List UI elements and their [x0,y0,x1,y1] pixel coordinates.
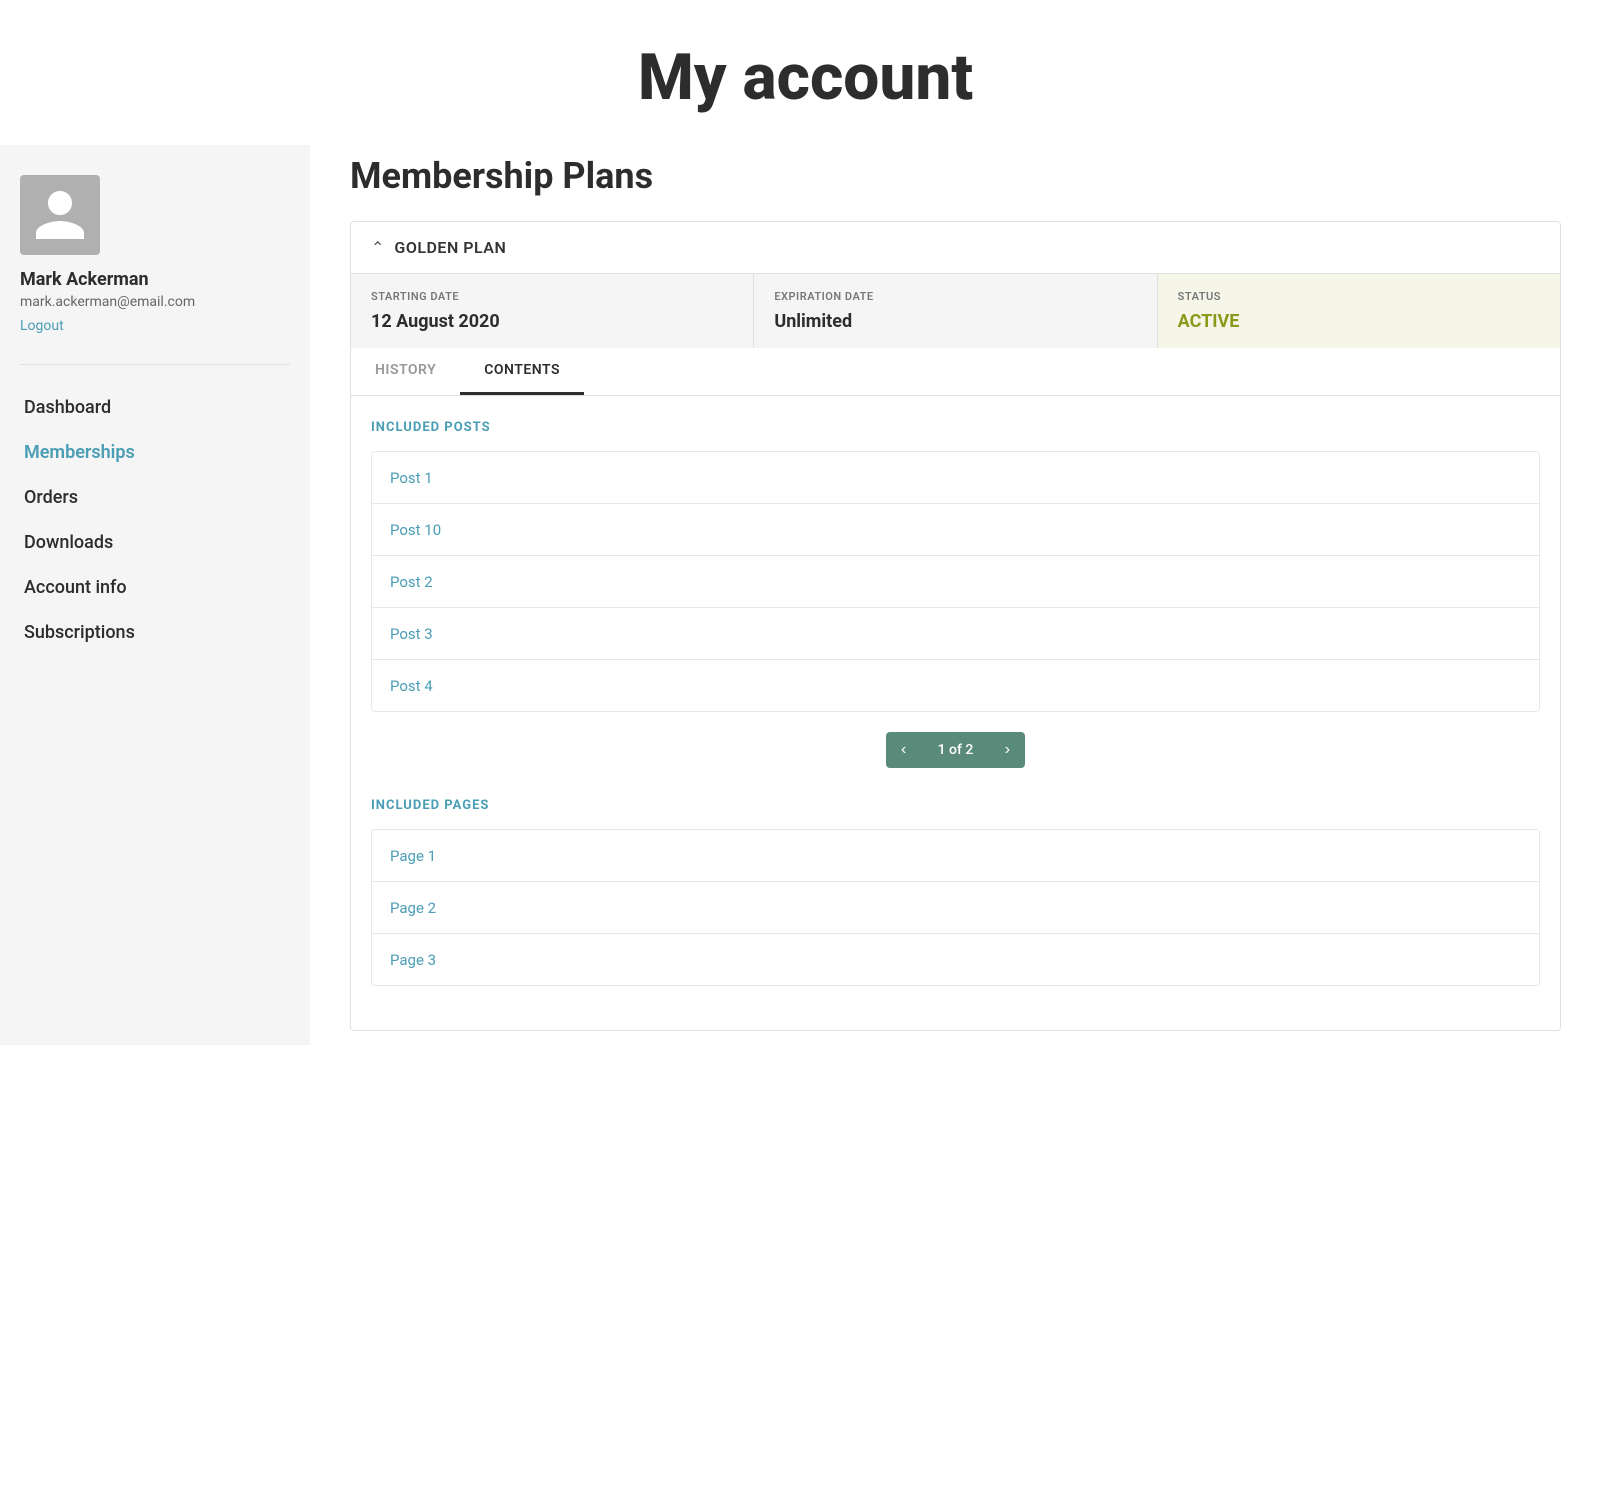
pagination-next-button[interactable]: › [989,732,1025,768]
plan-header: ⌃ GOLDEN PLAN [351,222,1560,274]
list-item: Post 2 [372,556,1539,608]
main-content: Membership Plans ⌃ GOLDEN PLAN STARTING … [310,145,1611,1071]
logout-link[interactable]: Logout [20,318,64,334]
list-item: Post 3 [372,608,1539,660]
status-value: ACTIVE [1178,311,1540,332]
expiration-date-value: Unlimited [774,311,1136,332]
plan-details: STARTING DATE 12 August 2020 EXPIRATION … [351,274,1560,348]
expiration-date-box: EXPIRATION DATE Unlimited [754,274,1157,348]
page-link-2[interactable]: Page 2 [390,899,436,917]
page-link-3[interactable]: Page 3 [390,951,436,969]
nav-menu: Dashboard Memberships Orders Downloads A… [20,385,290,655]
page-title: My account [20,40,1591,115]
sidebar-item-downloads[interactable]: Downloads [20,520,290,565]
pagination: ‹ 1 of 2 › [371,732,1540,768]
page-title-area: My account [0,0,1611,145]
included-pages-label: INCLUDED PAGES [371,798,1540,813]
list-item: Post 10 [372,504,1539,556]
expiration-date-label: EXPIRATION DATE [774,290,1136,303]
list-item: Page 2 [372,882,1539,934]
post-link-1[interactable]: Post 1 [390,469,433,487]
post-link-2[interactable]: Post 2 [390,573,433,591]
sidebar-item-subscriptions[interactable]: Subscriptions [20,610,290,655]
starting-date-value: 12 August 2020 [371,311,733,332]
list-item: Post 1 [372,452,1539,504]
sidebar-item-memberships[interactable]: Memberships [20,430,290,475]
section-title: Membership Plans [350,155,1561,197]
list-item: Page 1 [372,830,1539,882]
post-link-4[interactable]: Post 4 [390,677,433,695]
user-email: mark.ackerman@email.com [20,294,195,310]
starting-date-box: STARTING DATE 12 August 2020 [351,274,754,348]
starting-date-label: STARTING DATE [371,290,733,303]
sidebar-item-dashboard[interactable]: Dashboard [20,385,290,430]
avatar [20,175,100,255]
membership-card: ⌃ GOLDEN PLAN STARTING DATE 12 August 20… [350,221,1561,1031]
sidebar-item-account-info[interactable]: Account info [20,565,290,610]
tab-contents[interactable]: CONTENTS [460,348,584,395]
user-name: Mark Ackerman [20,269,149,290]
page-wrapper: My account Mark Ackerman mark.ackerman@e… [0,0,1611,1071]
list-item: Post 4 [372,660,1539,711]
pages-section: INCLUDED PAGES Page 1 Page 2 Page 3 [371,798,1540,986]
user-avatar-icon [30,185,90,245]
chevron-up-icon: ⌃ [371,238,384,257]
included-posts-label: INCLUDED POSTS [371,420,1540,435]
posts-list: Post 1 Post 10 Post 2 Post 3 Post 4 [371,451,1540,712]
main-layout: Mark Ackerman mark.ackerman@email.com Lo… [0,145,1611,1071]
plan-name: GOLDEN PLAN [394,238,506,257]
sidebar-item-orders[interactable]: Orders [20,475,290,520]
post-link-10[interactable]: Post 10 [390,521,441,539]
pagination-prev-button[interactable]: ‹ [886,732,922,768]
contents-area: INCLUDED POSTS Post 1 Post 10 Post 2 Pos… [351,396,1560,1030]
post-link-3[interactable]: Post 3 [390,625,433,643]
page-link-1[interactable]: Page 1 [390,847,436,865]
status-label: STATUS [1178,290,1540,303]
list-item: Page 3 [372,934,1539,985]
tabs-area: HISTORY CONTENTS [351,348,1560,396]
status-box: STATUS ACTIVE [1158,274,1560,348]
pages-list: Page 1 Page 2 Page 3 [371,829,1540,986]
user-info: Mark Ackerman mark.ackerman@email.com Lo… [20,175,290,365]
sidebar: Mark Ackerman mark.ackerman@email.com Lo… [0,145,310,1045]
pagination-info: 1 of 2 [922,732,990,768]
tab-history[interactable]: HISTORY [351,348,460,395]
